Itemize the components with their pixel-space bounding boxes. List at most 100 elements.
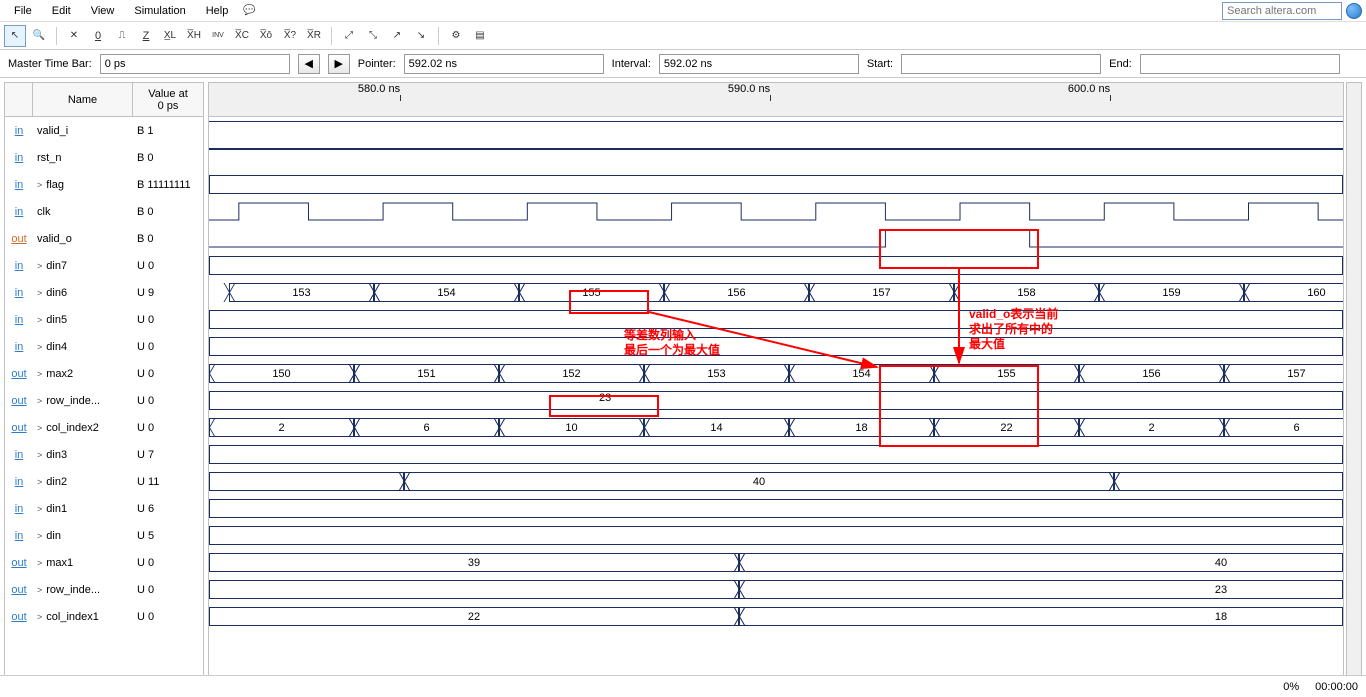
force-xc-icon[interactable]: X̅C <box>231 25 253 47</box>
waveform-row: 40 <box>209 468 1343 495</box>
expand-icon[interactable]: > <box>37 315 42 325</box>
signal-row[interactable]: out valid_o B 0 <box>5 225 203 252</box>
bus-segment: 155 <box>519 284 664 301</box>
run-sim-icon[interactable]: ▤ <box>469 25 491 47</box>
waveform-row <box>209 441 1343 468</box>
signal-row[interactable]: in >din2 U 11 <box>5 468 203 495</box>
pointer-tool[interactable]: ↖ <box>4 25 26 47</box>
prev-transition-button[interactable]: ◀ <box>298 54 320 74</box>
expand-icon[interactable]: > <box>37 612 42 622</box>
master-time-input[interactable] <box>100 54 290 74</box>
force-z-icon[interactable]: Z <box>135 25 157 47</box>
menu-view[interactable]: View <box>81 3 125 19</box>
signal-row[interactable]: in >din U 5 <box>5 522 203 549</box>
time-bar: Master Time Bar: ◀ ▶ Pointer: 592.02 ns … <box>0 50 1366 78</box>
signal-name: >din2 <box>33 476 133 488</box>
waveform-viewport[interactable]: 580.0 ns590.0 ns600.0 ns 153154155156157… <box>208 82 1344 692</box>
signal-name: rst_n <box>33 152 133 164</box>
bus-segment: 6 <box>354 419 499 436</box>
col-value[interactable]: Value at0 ps <box>133 83 203 116</box>
time-ruler[interactable]: 580.0 ns590.0 ns600.0 ns <box>209 83 1343 117</box>
expand-icon[interactable]: > <box>37 558 42 568</box>
signal-row[interactable]: in valid_i B 1 <box>5 117 203 144</box>
signal-row[interactable]: in >din6 U 9 <box>5 279 203 306</box>
expand-icon[interactable]: > <box>37 396 42 406</box>
signal-value: U 6 <box>133 503 203 515</box>
signal-row[interactable]: out >row_inde... U 0 <box>5 387 203 414</box>
force-x-icon[interactable]: ✕ <box>63 25 85 47</box>
vertical-scrollbar[interactable] <box>1346 82 1362 692</box>
force-inv-icon[interactable]: INV <box>207 25 229 47</box>
signal-row[interactable]: in clk B 0 <box>5 198 203 225</box>
menu-help[interactable]: Help <box>196 3 239 19</box>
col-name[interactable]: Name <box>33 83 133 116</box>
bus-segment: 39 <box>209 554 739 571</box>
bus-value: 23 <box>599 392 611 404</box>
expand-icon[interactable]: > <box>37 450 42 460</box>
expand-icon[interactable]: > <box>37 261 42 271</box>
signal-name: >din <box>33 530 133 542</box>
expand-icon[interactable]: > <box>37 342 42 352</box>
bus-segment <box>209 176 1343 193</box>
signal-row[interactable]: out >col_index2 U 0 <box>5 414 203 441</box>
signal-row[interactable]: out >row_inde... U 0 <box>5 576 203 603</box>
force-1-icon[interactable]: ⎍ <box>111 25 133 47</box>
zoom-tool[interactable]: 🔍 <box>28 25 50 47</box>
signal-row[interactable]: in >din7 U 0 <box>5 252 203 279</box>
clock-waveform <box>209 202 1343 221</box>
signal-name: >flag <box>33 179 133 191</box>
bus-segment: 150 <box>209 365 354 382</box>
snap2-icon[interactable]: ⤡ <box>362 25 384 47</box>
expand-icon[interactable]: > <box>37 288 42 298</box>
next-transition-button[interactable]: ▶ <box>328 54 350 74</box>
force-xo-icon[interactable]: X̅ō <box>255 25 277 47</box>
signal-row[interactable]: in rst_n B 0 <box>5 144 203 171</box>
search-input[interactable] <box>1222 2 1342 20</box>
globe-icon[interactable] <box>1346 3 1362 19</box>
signal-row[interactable]: out >max1 U 0 <box>5 549 203 576</box>
waveform-row: 23 <box>209 576 1343 603</box>
menu-simulation[interactable]: Simulation <box>124 3 195 19</box>
expand-icon[interactable]: > <box>37 477 42 487</box>
snap3-icon[interactable]: ↗ <box>386 25 408 47</box>
force-xr-icon[interactable]: X̅R <box>303 25 325 47</box>
sim-settings-icon[interactable]: ⚙ <box>445 25 467 47</box>
snap4-icon[interactable]: ↘ <box>410 25 432 47</box>
expand-icon[interactable]: > <box>37 531 42 541</box>
force-0-icon[interactable]: 0 <box>87 25 109 47</box>
force-xq-icon[interactable]: X̅? <box>279 25 301 47</box>
force-l-icon[interactable]: X̲L <box>159 25 181 47</box>
signal-row[interactable]: in >din1 U 6 <box>5 495 203 522</box>
feedback-icon[interactable]: 💬 <box>238 0 260 22</box>
expand-icon[interactable]: > <box>37 585 42 595</box>
signal-value: U 0 <box>133 422 203 434</box>
signal-row[interactable]: out >max2 U 0 <box>5 360 203 387</box>
bus-segment: 156 <box>664 284 809 301</box>
signal-name: >max2 <box>33 368 133 380</box>
force-h-icon[interactable]: X̅H <box>183 25 205 47</box>
expand-icon[interactable]: > <box>37 369 42 379</box>
waveform-row <box>209 198 1343 225</box>
snap-icon[interactable]: ⤢ <box>338 25 360 47</box>
signal-type-icon: out <box>5 422 33 434</box>
expand-icon[interactable]: > <box>37 504 42 514</box>
start-input[interactable] <box>901 54 1101 74</box>
expand-icon[interactable]: > <box>37 180 42 190</box>
signal-name: >row_inde... <box>33 395 133 407</box>
menu-edit[interactable]: Edit <box>42 3 81 19</box>
signal-row[interactable]: out >col_index1 U 0 <box>5 603 203 630</box>
signal-row[interactable]: in >din3 U 7 <box>5 441 203 468</box>
signal-row[interactable]: in >din5 U 0 <box>5 306 203 333</box>
signal-row[interactable]: in >din4 U 0 <box>5 333 203 360</box>
bus-segment: 156 <box>1079 365 1224 382</box>
expand-icon[interactable]: > <box>37 423 42 433</box>
interval-value: 592.02 ns <box>659 54 859 74</box>
signal-value: U 0 <box>133 260 203 272</box>
ruler-tick-label: 580.0 ns <box>358 83 400 95</box>
signal-row[interactable]: in >flag B 11111111 <box>5 171 203 198</box>
menu-file[interactable]: File <box>4 3 42 19</box>
signal-name: >din6 <box>33 287 133 299</box>
signal-value: U 11 <box>133 476 203 488</box>
end-input[interactable] <box>1140 54 1340 74</box>
bus-segment <box>209 527 1343 544</box>
